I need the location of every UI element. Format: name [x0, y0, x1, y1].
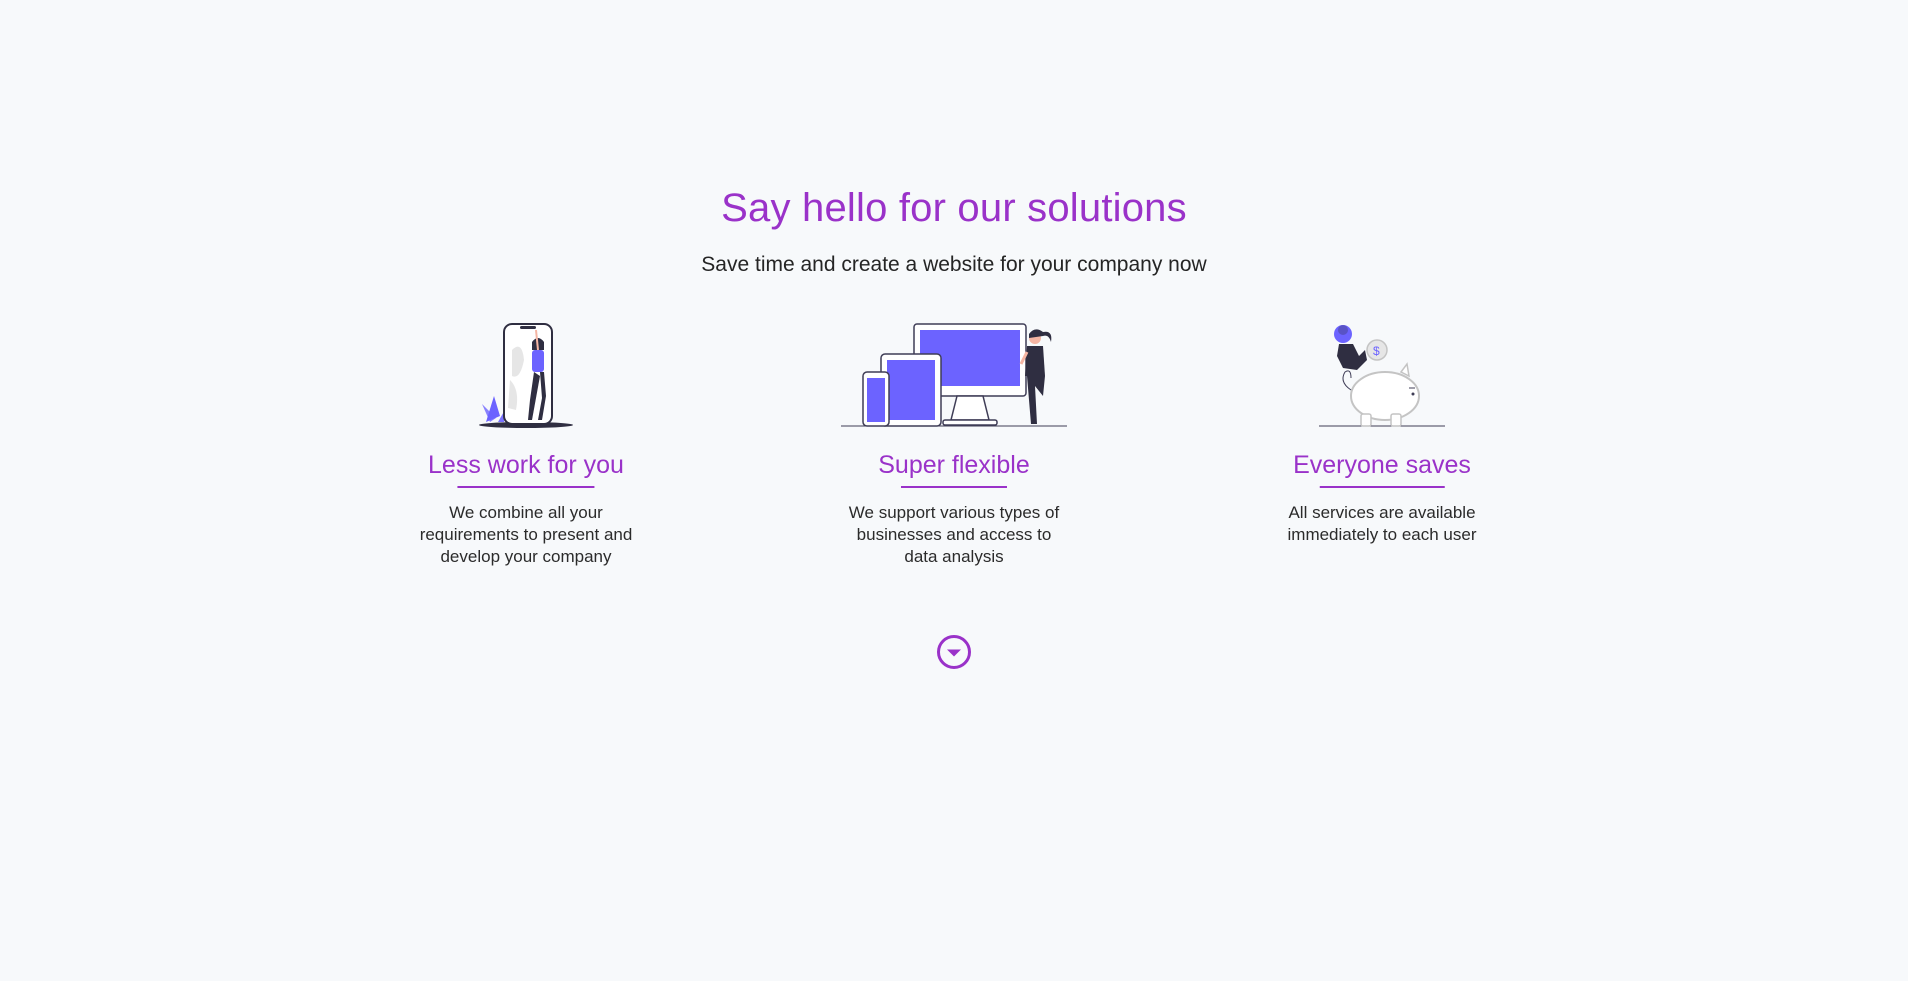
feature-card-everyone-saves: $ Everyone saves All services are availa… — [1232, 320, 1532, 546]
scroll-down-button[interactable] — [937, 635, 971, 669]
section-subtitle: Save time and create a website for your … — [701, 253, 1207, 276]
feature-card-super-flexible: Super flexible We support various types … — [804, 320, 1104, 568]
devices-illustration — [841, 323, 1067, 427]
solutions-section: Say hello for our solutions Save time an… — [0, 0, 1908, 981]
woman-with-phone-illustration — [479, 323, 573, 428]
feature-card-less-work: Less work for you We combine all your re… — [376, 320, 676, 568]
feature-title: Less work for you — [428, 448, 624, 488]
feature-title: Everyone saves — [1293, 448, 1471, 488]
svg-text:$: $ — [1373, 344, 1380, 358]
feature-description: We support various types of businesses a… — [848, 503, 1060, 566]
feature-description: We combine all your requirements to pres… — [419, 503, 633, 566]
piggy-bank-illustration: $ — [1319, 325, 1445, 427]
section-title: Say hello for our solutions — [721, 186, 1187, 230]
feature-description: All services are available immediately t… — [1287, 503, 1477, 544]
chevron-down-icon — [947, 649, 961, 657]
feature-title: Super flexible — [878, 448, 1029, 488]
